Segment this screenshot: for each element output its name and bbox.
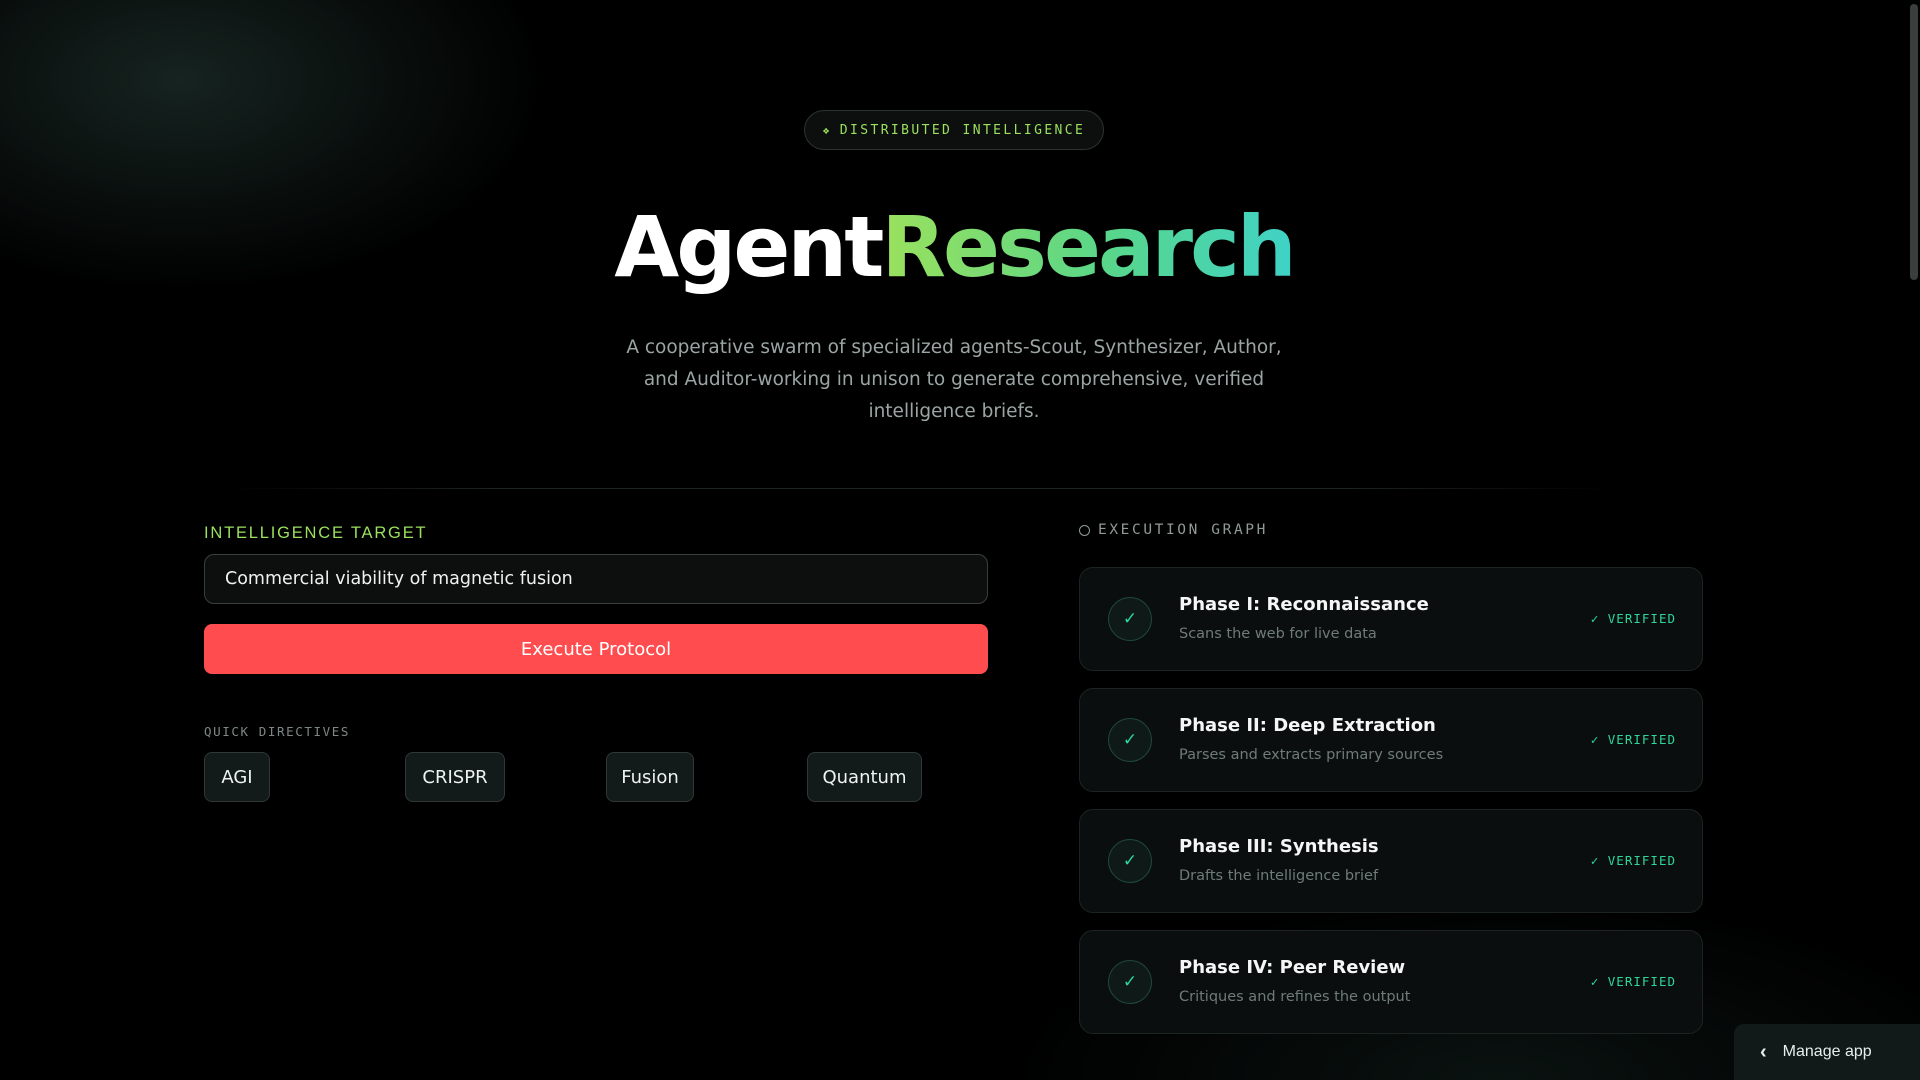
section-divider <box>230 488 1610 489</box>
manage-app-button[interactable]: ‹ Manage app <box>1734 1024 1920 1080</box>
execute-protocol-button[interactable]: Execute Protocol <box>204 624 988 674</box>
chevron-left-icon: ‹ <box>1760 1040 1767 1063</box>
manage-app-label: Manage app <box>1782 1043 1872 1060</box>
execution-graph-label: EXECUTION GRAPH <box>1079 522 1268 538</box>
check-icon: ✓ <box>1108 839 1152 883</box>
directive-chip-fusion[interactable]: Fusion <box>606 752 694 802</box>
circle-icon <box>1079 524 1090 536</box>
app-title-part2: Research <box>881 198 1296 296</box>
phase-title: Phase I: Reconnaissance <box>1179 594 1429 615</box>
directive-chip-crispr[interactable]: CRISPR <box>405 752 505 802</box>
section-badge: ❖ DISTRIBUTED INTELLIGENCE <box>804 110 1104 150</box>
phase-card-peer-review: ✓ Phase IV: Peer Review Critiques and re… <box>1079 930 1703 1034</box>
phase-card-synthesis: ✓ Phase III: Synthesis Drafts the intell… <box>1079 809 1703 913</box>
phase-status-badge: ✓ VERIFIED <box>1590 853 1676 868</box>
phase-title: Phase II: Deep Extraction <box>1179 715 1436 736</box>
diamond-icon: ❖ <box>822 123 832 137</box>
phase-status-badge: ✓ VERIFIED <box>1590 974 1676 989</box>
phase-subtitle: Critiques and refines the output <box>1179 989 1411 1005</box>
app-description: A cooperative swarm of specialized agent… <box>626 337 1282 422</box>
intelligence-target-input[interactable] <box>204 554 988 604</box>
badge-text: DISTRIBUTED INTELLIGENCE <box>839 122 1086 138</box>
directive-chip-quantum[interactable]: Quantum <box>807 752 922 802</box>
check-icon: ✓ <box>1108 718 1152 762</box>
phase-title: Phase IV: Peer Review <box>1179 957 1406 978</box>
phase-card-deep-extraction: ✓ Phase II: Deep Extraction Parses and e… <box>1079 688 1703 792</box>
phase-subtitle: Scans the web for live data <box>1179 626 1377 642</box>
phase-status-badge: ✓ VERIFIED <box>1590 611 1676 626</box>
phase-title: Phase III: Synthesis <box>1179 836 1379 857</box>
page: ❖ DISTRIBUTED INTELLIGENCE AgentResearch… <box>0 0 1920 1080</box>
directive-chip-agi[interactable]: AGI <box>204 752 270 802</box>
intelligence-target-label: INTELLIGENCE TARGET <box>204 524 428 542</box>
phase-subtitle: Parses and extracts primary sources <box>1179 747 1444 763</box>
scrollbar-thumb[interactable] <box>1910 4 1918 280</box>
phase-card-reconnaissance: ✓ Phase I: Reconnaissance Scans the web … <box>1079 567 1703 671</box>
execution-graph-label-text: EXECUTION GRAPH <box>1098 522 1268 538</box>
phase-subtitle: Drafts the intelligence brief <box>1179 868 1379 884</box>
check-icon: ✓ <box>1108 960 1152 1004</box>
scrollbar[interactable] <box>1906 0 1920 1080</box>
phase-status-badge: ✓ VERIFIED <box>1590 732 1676 747</box>
check-icon: ✓ <box>1108 597 1152 641</box>
app-title: AgentResearch <box>0 192 1908 302</box>
quick-directives-label: QUICK DIRECTIVES <box>204 724 351 739</box>
app-title-part1: Agent <box>614 198 884 296</box>
